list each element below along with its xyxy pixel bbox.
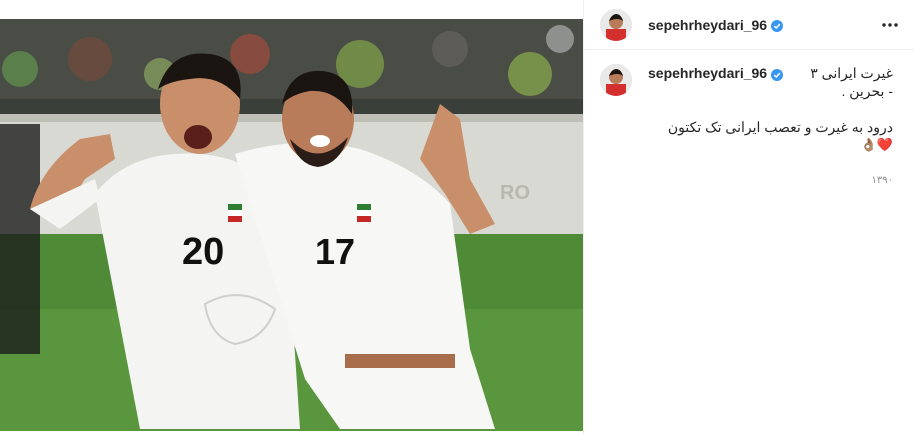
svg-text:RO: RO [500, 182, 530, 204]
caption-emojis: ❤️👌🏽 [860, 137, 893, 152]
post-side-panel: sepehrheydari_96 sepehrheydari_96 غیرت ا… [583, 0, 914, 434]
caption-text: sepehrheydari_96 غیرت ایرانی ۳ - بحرین .… [648, 64, 893, 190]
post-photo-illustration: RO 20 17 [0, 19, 583, 431]
username-link[interactable]: sepehrheydari_96 [648, 17, 767, 33]
caption-line-3: درود به غیرت و تعصب ایرانی تک تکتون [667, 119, 893, 135]
avatar-image [600, 8, 632, 41]
instagram-post: RO 20 17 sepehrheydari_96 sepehrheydari_… [0, 0, 914, 434]
more-options-button[interactable] [880, 15, 900, 35]
caption-line-1: غیرت ایرانی ۳ [810, 65, 893, 81]
jersey-number-left: 20 [182, 231, 224, 273]
avatar[interactable] [600, 8, 632, 41]
caption-avatar[interactable] [600, 64, 632, 96]
avatar-image [600, 64, 632, 96]
post-timestamp[interactable]: ۱۳۹۰ [648, 172, 893, 190]
caption-username-link[interactable]: sepehrheydari_96 [648, 64, 767, 82]
caption: sepehrheydari_96 غیرت ایرانی ۳ - بحرین .… [584, 50, 914, 190]
post-header: sepehrheydari_96 [584, 0, 914, 50]
post-photo[interactable]: RO 20 17 [0, 19, 583, 431]
jersey-number-right: 17 [315, 231, 355, 272]
more-horizontal-icon [882, 23, 898, 27]
caption-line-2: - بحرین . [841, 83, 893, 99]
verified-badge-icon [771, 67, 784, 81]
verified-badge-icon [771, 19, 784, 32]
